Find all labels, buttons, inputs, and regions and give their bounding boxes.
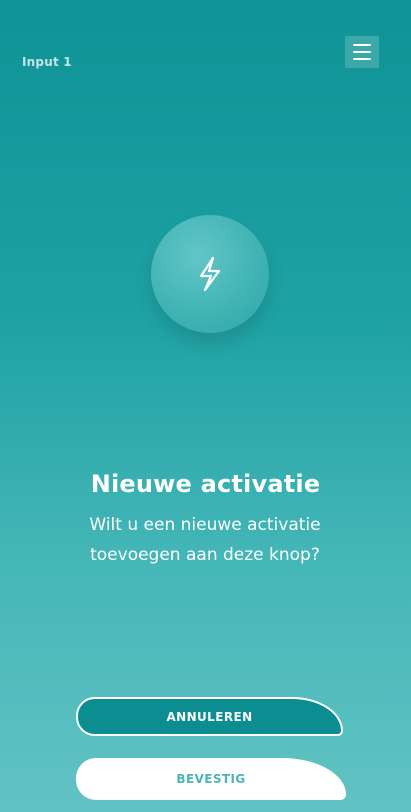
activation-icon-circle — [151, 215, 269, 333]
dialog-title: Nieuwe activatie — [90, 470, 321, 498]
cancel-button[interactable]: ANNULEREN — [76, 697, 343, 736]
confirm-button[interactable]: BEVESTIG — [76, 758, 346, 800]
menu-line — [353, 58, 371, 60]
menu-line — [353, 44, 371, 46]
hamburger-menu-button[interactable] — [345, 36, 379, 68]
dialog-message: Wilt u een nieuwe activatie toevoegen aa… — [89, 515, 321, 565]
confirm-button-label: BEVESTIG — [176, 772, 246, 786]
activation-screen: Input 1 Nieuwe activatie Wilt u een nieu… — [0, 0, 411, 812]
lightning-bolt-icon — [199, 256, 221, 292]
cancel-button-label: ANNULEREN — [166, 709, 253, 724]
menu-line — [353, 51, 371, 53]
page-title: Input 1 — [22, 55, 72, 69]
